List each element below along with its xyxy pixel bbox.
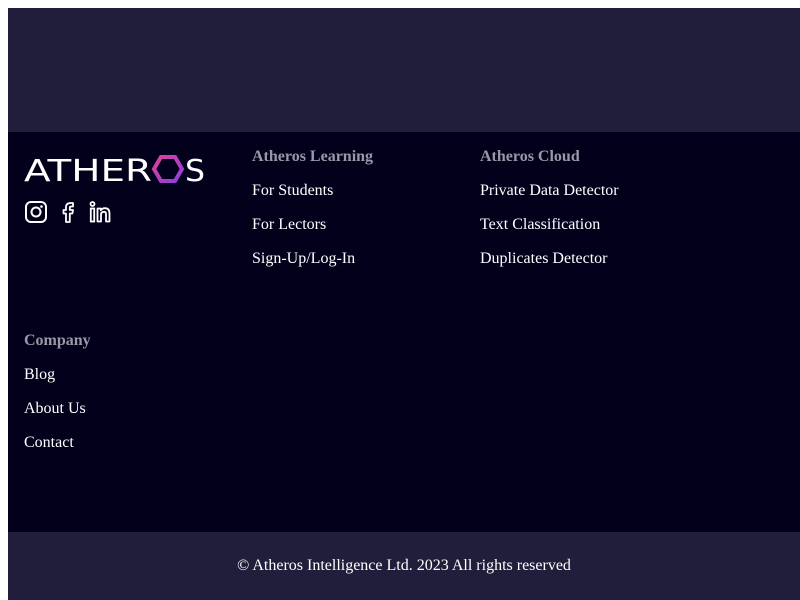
link-for-students[interactable]: For Students bbox=[252, 182, 373, 200]
link-about-us[interactable]: About Us bbox=[24, 400, 91, 418]
page-frame: ATHER S Atheros Learning For Students Fo… bbox=[8, 8, 800, 600]
facebook-link[interactable] bbox=[56, 200, 80, 224]
footer-column-company: Company Blog About Us Contact bbox=[24, 332, 91, 468]
column-heading-cloud: Atheros Cloud bbox=[480, 148, 580, 165]
column-heading-learning: Atheros Learning bbox=[252, 148, 374, 165]
social-links bbox=[24, 200, 112, 224]
link-for-lectors[interactable]: For Lectors bbox=[252, 216, 373, 234]
top-band bbox=[8, 8, 800, 132]
site-footer: ATHER S Atheros Learning For Students Fo… bbox=[8, 132, 800, 532]
link-contact[interactable]: Contact bbox=[24, 434, 91, 452]
column-heading-company: Company bbox=[24, 332, 91, 349]
logo-wordmark: ATHER S bbox=[24, 154, 205, 184]
link-duplicates-detector[interactable]: Duplicates Detector bbox=[480, 250, 619, 268]
instagram-link[interactable] bbox=[24, 200, 48, 224]
facebook-icon bbox=[62, 202, 74, 223]
link-blog[interactable]: Blog bbox=[24, 366, 91, 384]
footer-column-cloud: Atheros Cloud Private Data Detector Text… bbox=[480, 148, 619, 284]
link-signup-login[interactable]: Sign-Up/Log-In bbox=[252, 250, 373, 268]
logo-hexagon-icon bbox=[151, 155, 185, 183]
linkedin-icon bbox=[89, 201, 111, 223]
footer-column-learning: Atheros Learning For Students For Lector… bbox=[252, 148, 373, 284]
copyright-bar: © Atheros Intelligence Ltd. 2023 All rig… bbox=[8, 532, 800, 600]
link-text-classification[interactable]: Text Classification bbox=[480, 216, 619, 234]
link-private-data-detector[interactable]: Private Data Detector bbox=[480, 182, 619, 200]
copyright-text: © Atheros Intelligence Ltd. 2023 All rig… bbox=[237, 557, 571, 574]
atheros-logo[interactable]: ATHER S bbox=[24, 154, 206, 184]
instagram-icon bbox=[25, 201, 47, 223]
logo-text-tail: S bbox=[185, 154, 205, 184]
logo-text-main: ATHER bbox=[24, 154, 152, 184]
linkedin-link[interactable] bbox=[88, 200, 112, 224]
